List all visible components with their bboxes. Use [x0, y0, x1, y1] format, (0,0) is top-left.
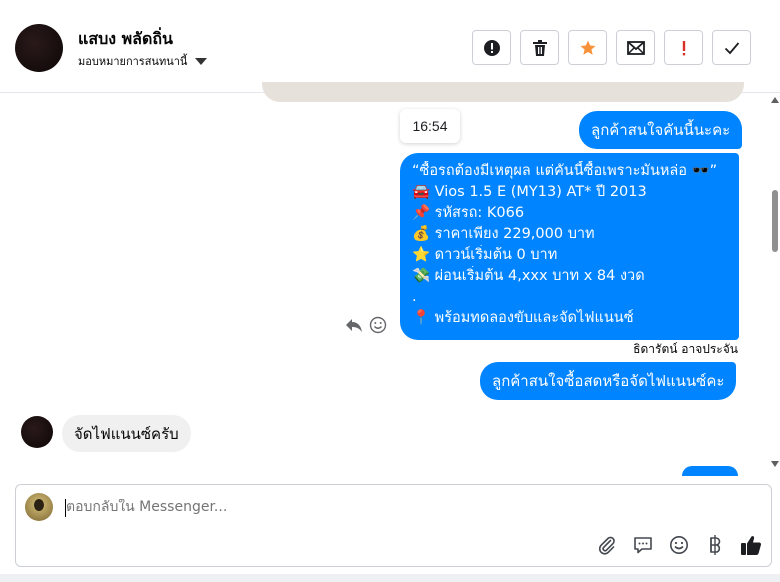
saved-replies-button[interactable] [630, 532, 656, 558]
incoming-message[interactable]: จัดไฟแนนซ์ครับ [62, 415, 191, 452]
scroll-up-arrow[interactable] [771, 97, 779, 103]
thumbs-up-icon [741, 536, 762, 555]
envelope-icon [626, 40, 645, 55]
emoji-button[interactable] [666, 532, 692, 558]
assign-label: มอบหมายการสนทนานี้ [78, 55, 188, 68]
report-button[interactable] [472, 30, 511, 65]
trash-icon [532, 39, 547, 56]
reply-composer [15, 484, 772, 567]
follow-up-button[interactable] [664, 30, 703, 65]
delete-button[interactable] [520, 30, 559, 65]
listing-message[interactable]: “ซื้อรถต้องมีเหตุผล แต่คันนี้ซื้อเพราะมั… [400, 153, 739, 340]
listing-line: 💰 ราคาเพียง 229,000 บาท [412, 226, 595, 242]
scroll-down-arrow[interactable] [771, 461, 779, 467]
paperclip-icon [598, 536, 615, 555]
timestamp-tooltip: 16:54 [400, 109, 460, 143]
listing-line: . [412, 289, 417, 305]
scrollbar-thumb[interactable] [772, 190, 778, 252]
conversation-header: แสบง พลัดถิ่น มอบหมายการสนทนานี้ [0, 0, 780, 93]
listing-line: 📍 พร้อมทดลองขับและจัดไฟแนนซ์ [412, 310, 634, 326]
star-button[interactable] [568, 30, 607, 65]
speech-bubble-icon [634, 537, 652, 554]
header-actions [472, 30, 751, 65]
contact-name[interactable]: แสบง พลัดถิ่น [78, 27, 173, 52]
message-hover-actions [345, 316, 387, 334]
listing-line: 📌 รหัสรถ: K066 [412, 205, 525, 221]
bottom-divider [0, 574, 780, 582]
attach-button[interactable] [594, 532, 620, 558]
contact-avatar[interactable] [15, 24, 63, 72]
star-icon [580, 40, 595, 55]
mark-unread-button[interactable] [616, 30, 655, 65]
alert-circle-icon [483, 39, 500, 56]
listing-line: 🚘 Vios 1.5 E (MY13) AT* ปี 2013 [412, 184, 647, 200]
listing-line: ⭐ ดาวน์เริ่มต้น 0 บาท [412, 247, 558, 263]
mark-done-button[interactable] [712, 30, 751, 65]
chat-scrollbar[interactable] [768, 94, 780, 470]
check-icon [724, 41, 739, 54]
sender-name: ธิดารัตน์ อาจประจัน [633, 342, 738, 356]
caret-down-icon [195, 57, 208, 65]
composer-tools [594, 532, 764, 558]
contact-avatar-small[interactable] [21, 416, 53, 448]
reply-input[interactable] [66, 499, 666, 515]
user-avatar [25, 493, 53, 521]
emoji-icon[interactable] [369, 316, 387, 334]
baht-icon [710, 535, 721, 555]
outgoing-message[interactable]: ลูกค้าสนใจซื้อสดหรือจัดไฟแนนซ์คะ [480, 362, 737, 400]
outgoing-message[interactable]: ลูกค้าสนใจคันนี้นะคะ [579, 111, 743, 149]
outgoing-message-partial[interactable] [682, 466, 738, 476]
shared-image-preview[interactable] [262, 82, 744, 102]
listing-line: “ซื้อรถต้องมีเหตุผล แต่คันนี้ซื้อเพราะมั… [412, 163, 718, 179]
payment-button[interactable] [702, 532, 728, 558]
assign-conversation-dropdown[interactable]: มอบหมายการสนทนานี้ [78, 52, 208, 70]
listing-line: 💸 ผ่อนเริ่มต้น 4,xxx บาท x 84 งวด [412, 268, 645, 284]
like-button[interactable] [738, 532, 764, 558]
reply-icon[interactable] [345, 317, 363, 333]
emoji-icon [670, 536, 688, 554]
exclamation-icon [682, 40, 685, 55]
